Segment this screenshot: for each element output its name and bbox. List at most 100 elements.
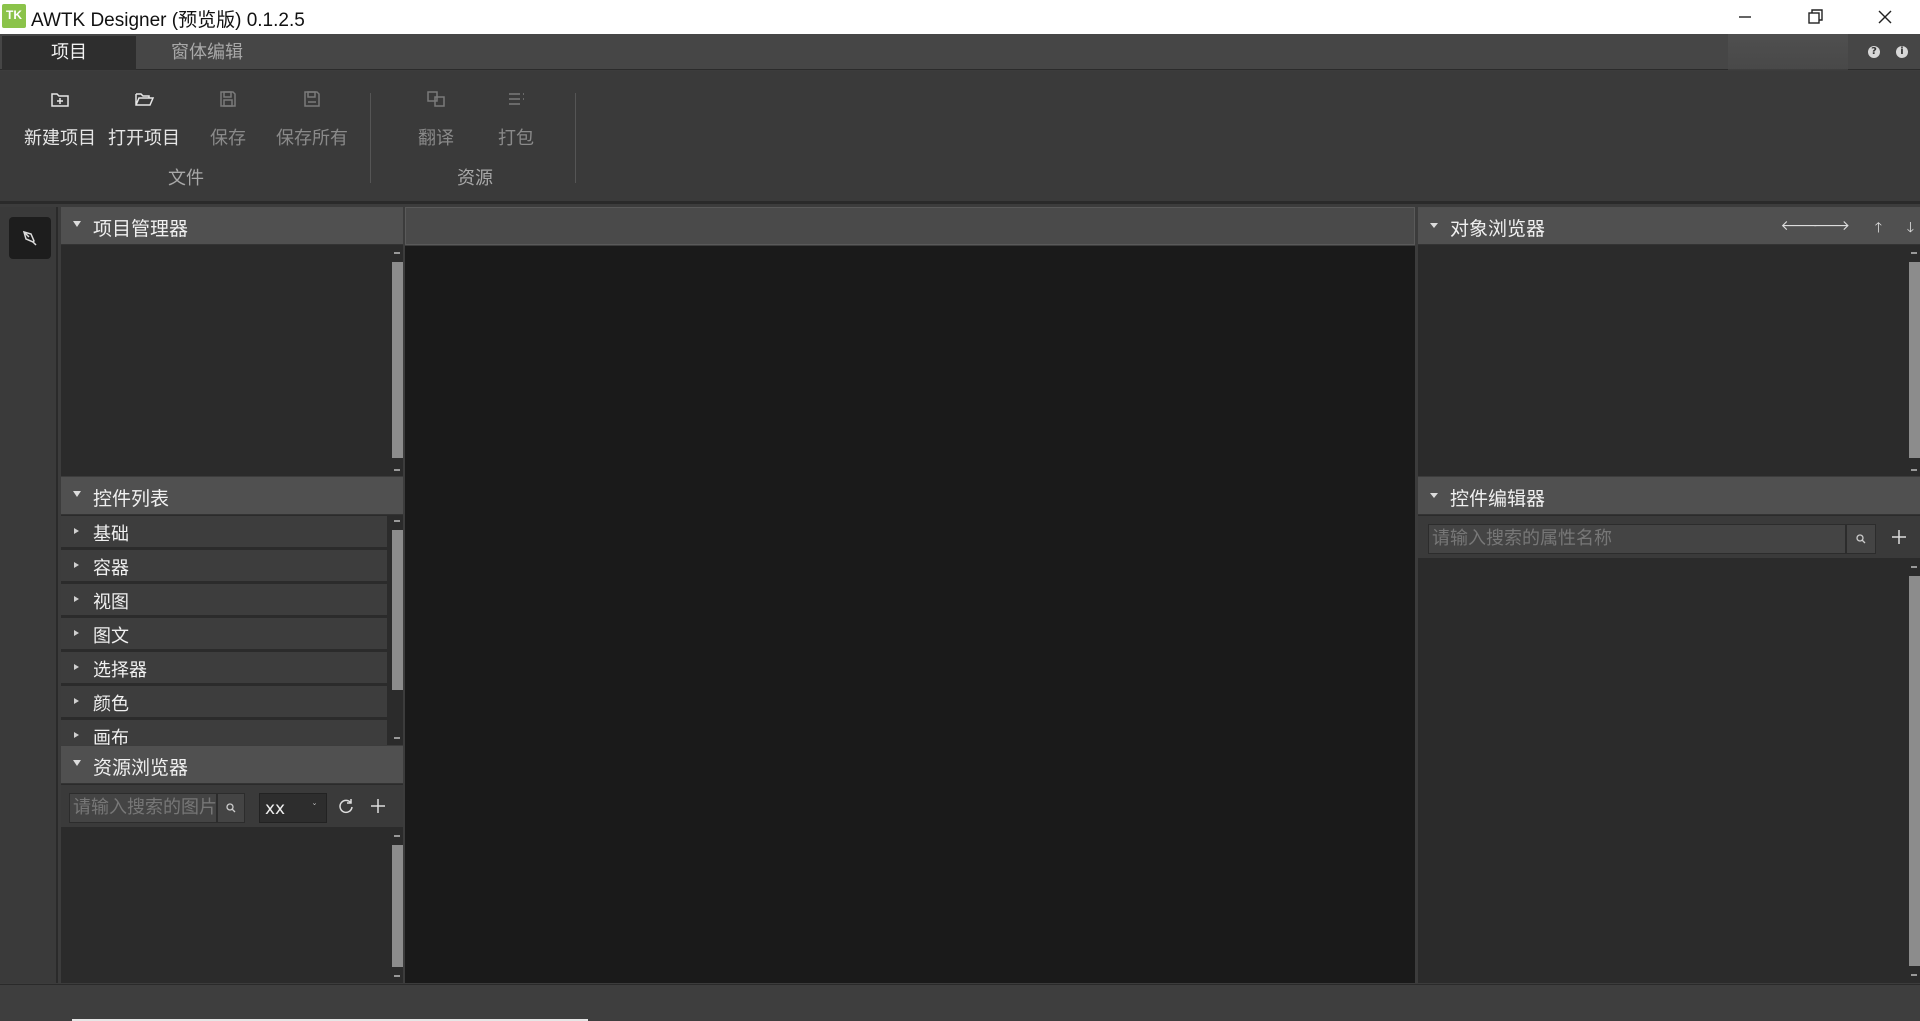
scroll-thumb[interactable] — [1909, 576, 1920, 966]
scroll-thumb[interactable] — [392, 262, 403, 458]
translate-icon — [425, 88, 447, 110]
scroll-down-icon[interactable] — [394, 737, 400, 739]
design-canvas[interactable] — [405, 246, 1415, 983]
left-tool-strip — [0, 207, 58, 983]
new-project-button[interactable]: 新建项目 — [20, 71, 100, 161]
list-item-label: 基础 — [93, 524, 129, 545]
add-resource-button[interactable] — [369, 797, 391, 819]
scroll-up-icon[interactable] — [394, 520, 400, 522]
scroll-up-icon[interactable] — [394, 252, 400, 254]
title-bar: TK AWTK Designer (预览版) 0.1.2.5 — [0, 0, 1920, 34]
list-item[interactable]: 图文 — [61, 618, 387, 651]
property-search-input[interactable]: 请输入搜索的属性名称 — [1428, 524, 1846, 554]
list-item[interactable]: 容器 — [61, 550, 387, 583]
expand-arrow-icon — [74, 596, 79, 602]
object-browser-panel: 对象浏览器 🡐 🡒 🡑 🡓 — [1418, 207, 1920, 476]
package-button[interactable]: 打包 — [492, 71, 540, 161]
main-tab-bar: 项目 窗体编辑 ? i — [0, 34, 1920, 70]
expand-arrow-icon — [74, 664, 79, 670]
translate-label: 翻译 — [418, 128, 454, 149]
plus-icon — [371, 799, 385, 813]
resource-type-select[interactable]: xx ˇ — [259, 793, 327, 823]
refresh-button[interactable] — [337, 797, 359, 819]
list-item-label: 颜色 — [93, 694, 129, 715]
scroll-down-icon[interactable] — [394, 975, 400, 977]
arrow-right-icon[interactable]: 🡒 — [1812, 217, 1850, 234]
save-all-label: 保存所有 — [276, 128, 348, 149]
new-project-label: 新建项目 — [24, 128, 96, 149]
list-item[interactable]: 选择器 — [61, 652, 387, 685]
save-all-button[interactable]: 保存所有 — [272, 71, 352, 161]
expand-arrow-icon — [74, 562, 79, 568]
package-label: 打包 — [498, 128, 534, 149]
control-editor-header[interactable]: 控件编辑器 — [1418, 477, 1920, 515]
resource-browser-header[interactable]: 资源浏览器 — [61, 746, 403, 784]
control-editor-scrollbar[interactable] — [1906, 562, 1920, 983]
project-manager-header[interactable]: 项目管理器 — [61, 207, 403, 245]
list-item-label: 容器 — [93, 558, 129, 579]
control-editor-panel: 控件编辑器 请输入搜索的属性名称 — [1418, 477, 1920, 983]
blurred-region — [1728, 34, 1848, 70]
resource-browser-scrollbar[interactable] — [389, 831, 403, 983]
info-icon[interactable]: i — [1896, 46, 1908, 58]
scroll-up-icon[interactable] — [394, 835, 400, 837]
control-list-header[interactable]: 控件列表 — [61, 477, 403, 515]
resource-group-label: 资源 — [457, 168, 493, 189]
control-editor-title: 控件编辑器 — [1450, 488, 1546, 510]
list-item-label: 图文 — [93, 626, 129, 647]
app-logo: TK — [2, 4, 26, 28]
resource-type-value: xx — [265, 799, 286, 819]
pen-tool-button[interactable] — [9, 217, 51, 259]
collapse-triangle-icon — [73, 491, 81, 497]
expand-arrow-icon — [74, 698, 79, 704]
open-project-button[interactable]: 打开项目 — [104, 71, 184, 161]
open-project-label: 打开项目 — [108, 128, 180, 149]
expand-arrow-icon — [74, 528, 79, 534]
list-item[interactable]: 颜色 — [61, 686, 387, 719]
scroll-up-icon[interactable] — [1911, 566, 1917, 568]
image-search-input[interactable]: 请输入搜索的图片 — [69, 793, 217, 823]
arrow-down-icon[interactable]: 🡓 — [1907, 217, 1914, 241]
control-list-scrollbar[interactable] — [389, 516, 403, 745]
scroll-thumb[interactable] — [392, 530, 403, 690]
collapse-triangle-icon — [1430, 493, 1438, 498]
window-title: AWTK Designer (预览版) 0.1.2.5 — [31, 10, 305, 31]
close-button[interactable] — [1850, 0, 1920, 34]
status-bar — [0, 984, 1920, 1021]
object-browser-scrollbar[interactable] — [1906, 248, 1920, 476]
list-item[interactable]: 基础 — [61, 516, 387, 549]
help-icon[interactable]: ? — [1868, 46, 1880, 58]
restore-icon — [1808, 9, 1823, 24]
ribbon-separator — [575, 93, 576, 183]
project-manager-scrollbar[interactable] — [389, 248, 403, 476]
scroll-thumb[interactable] — [392, 845, 403, 967]
object-browser-header[interactable]: 对象浏览器 🡐 🡒 🡑 🡓 — [1418, 207, 1920, 245]
canvas-tab-strip — [405, 207, 1415, 245]
list-item[interactable]: 画布 — [61, 720, 387, 745]
control-list: 基础 容器 视图 图文 选择器 颜色 画布 — [61, 516, 387, 745]
save-button[interactable]: 保存 — [204, 71, 252, 161]
minimize-button[interactable] — [1710, 0, 1780, 34]
new-project-icon — [49, 88, 71, 110]
tab-form-edit[interactable]: 窗体编辑 — [140, 36, 274, 70]
scroll-up-icon[interactable] — [1911, 252, 1917, 254]
property-search-button[interactable] — [1846, 524, 1876, 554]
restore-button[interactable] — [1780, 0, 1850, 34]
scroll-down-icon[interactable] — [394, 469, 400, 471]
translate-button[interactable]: 翻译 — [412, 71, 460, 161]
add-property-button[interactable] — [1890, 528, 1912, 550]
expand-arrow-icon — [74, 630, 79, 636]
scroll-down-icon[interactable] — [1911, 974, 1917, 976]
arrow-up-icon[interactable]: 🡑 — [1875, 217, 1882, 241]
project-manager-title: 项目管理器 — [93, 218, 189, 240]
list-item-label: 画布 — [93, 728, 129, 745]
tab-project[interactable]: 项目 — [2, 36, 136, 70]
image-search-button[interactable] — [217, 793, 245, 823]
refresh-icon — [339, 799, 353, 814]
scroll-thumb[interactable] — [1909, 262, 1920, 458]
list-item[interactable]: 视图 — [61, 584, 387, 617]
list-item-label: 选择器 — [93, 660, 147, 681]
scroll-down-icon[interactable] — [1911, 469, 1917, 471]
resource-browser-panel: 资源浏览器 请输入搜索的图片 xx ˇ — [61, 746, 403, 983]
minimize-icon — [1739, 16, 1751, 18]
